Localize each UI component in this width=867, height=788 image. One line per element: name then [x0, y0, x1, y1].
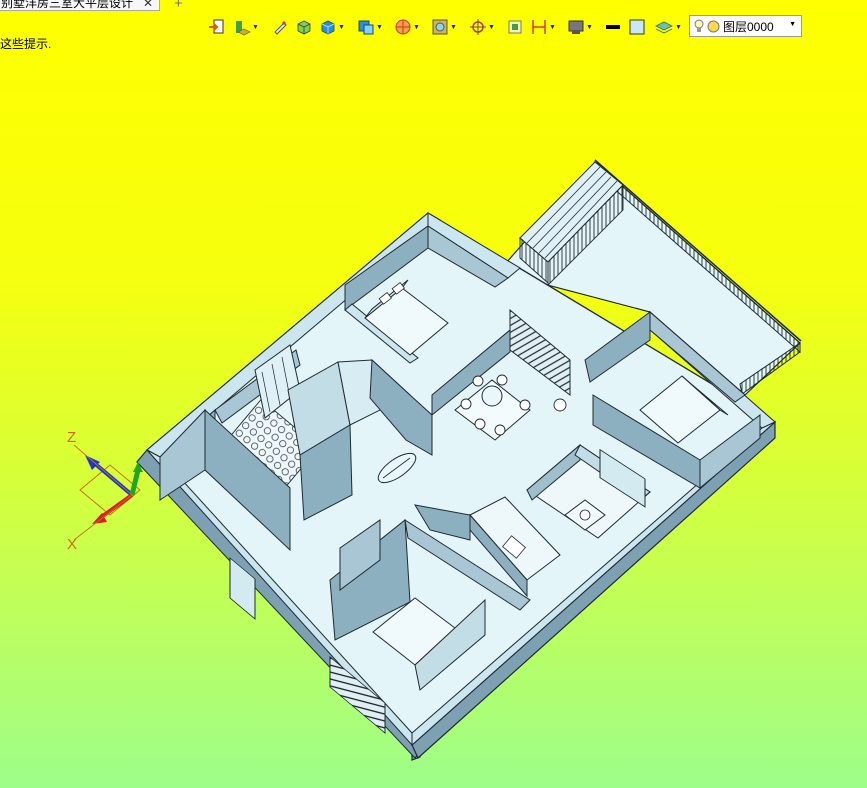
hint-text: 这些提示. [0, 37, 52, 51]
floor-plan-3d-model[interactable] [0, 0, 867, 788]
layer-select[interactable]: 图层0000 ▼ [689, 15, 802, 37]
layers-stack-icon[interactable]: ▼ [654, 15, 682, 39]
new-tab-button[interactable]: + [174, 0, 183, 12]
layer-tool-icon[interactable]: ▼ [233, 15, 259, 39]
exit-sketch-icon[interactable] [208, 15, 226, 39]
light-bulb-icon[interactable] [694, 19, 704, 33]
frame-icon[interactable] [506, 15, 524, 39]
axis-z-label: Z [67, 429, 77, 446]
fill-color-icon[interactable] [628, 15, 646, 39]
coordinate-icon[interactable]: ▼ [469, 15, 495, 39]
dimension-icon[interactable]: ▼ [530, 15, 556, 39]
document-tab-title: 别墅洋房三室大平层设计 [1, 0, 134, 10]
select-filter-icon[interactable]: ▼ [431, 15, 457, 39]
layer-color-dot-icon [707, 20, 720, 32]
render-mode-icon[interactable]: ▼ [357, 15, 383, 39]
3d-viewport[interactable]: Z X 别墅洋房三室大平层设计 ✕ + 这些提示. ▼ ▼ ▼ ▼ ▼ ▼ ▼ … [0, 0, 867, 788]
pen-tool-icon[interactable] [271, 15, 289, 39]
document-tab-bar: 别墅洋房三室大平层设计 ✕ + [0, 0, 867, 12]
axis-gizmo [73, 444, 143, 541]
document-tab[interactable]: 别墅洋房三室大平层设计 ✕ [0, 0, 160, 11]
layer-name: 图层0000 [723, 19, 774, 34]
solid-box-icon[interactable] [295, 15, 313, 39]
chevron-down-icon[interactable]: ▼ [789, 21, 796, 28]
line-color-icon[interactable] [604, 15, 622, 39]
box-view-icon[interactable]: ▼ [319, 15, 345, 39]
snap-target-icon[interactable]: ▼ [394, 15, 420, 39]
display-mode-icon[interactable]: ▼ [567, 15, 593, 39]
axis-x-label: X [67, 536, 78, 553]
close-icon[interactable]: ✕ [143, 0, 153, 10]
